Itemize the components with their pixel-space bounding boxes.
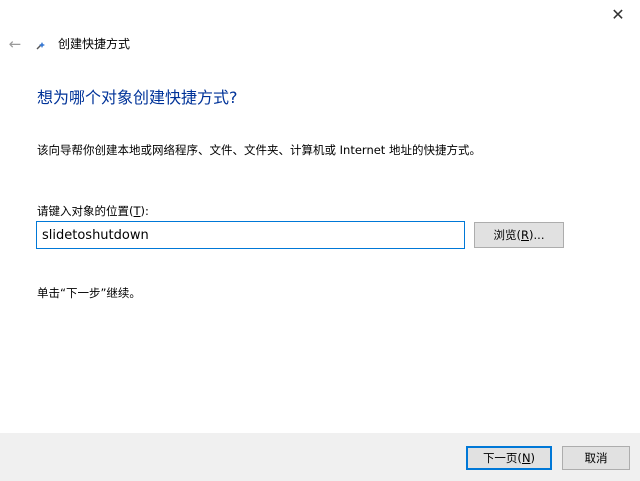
location-label-accel: T: [133, 204, 141, 218]
wizard-description: 该向导帮你创建本地或网络程序、文件、文件夹、计算机或 Internet 地址的快…: [37, 143, 481, 157]
next-button[interactable]: 下一页(N): [466, 446, 552, 470]
shortcut-wizard-icon: [36, 42, 45, 50]
page-heading: 想为哪个对象创建快捷方式?: [37, 88, 238, 107]
location-input[interactable]: [36, 221, 465, 249]
continue-hint: 单击“下一步”继续。: [37, 286, 141, 300]
browse-label-prefix: 浏览(: [493, 228, 522, 242]
location-label: 请键入对象的位置(T):: [37, 203, 149, 219]
next-label-prefix: 下一页(: [482, 451, 522, 465]
location-label-suffix: ):: [140, 204, 149, 218]
next-label-suffix: ): [530, 451, 536, 465]
back-arrow-icon: ←: [8, 35, 22, 53]
browse-label-suffix: )...: [529, 228, 545, 242]
back-button[interactable]: ←: [4, 34, 26, 54]
wizard-title: 创建快捷方式: [58, 37, 131, 51]
location-label-prefix: 请键入对象的位置(: [37, 204, 134, 218]
browse-label-accel: R: [521, 228, 530, 242]
browse-button[interactable]: 浏览(R)...: [474, 222, 564, 248]
cancel-button[interactable]: 取消: [562, 446, 630, 470]
close-icon: ✕: [611, 4, 625, 24]
close-button[interactable]: ✕: [596, 0, 640, 28]
next-label-accel: N: [521, 451, 531, 465]
